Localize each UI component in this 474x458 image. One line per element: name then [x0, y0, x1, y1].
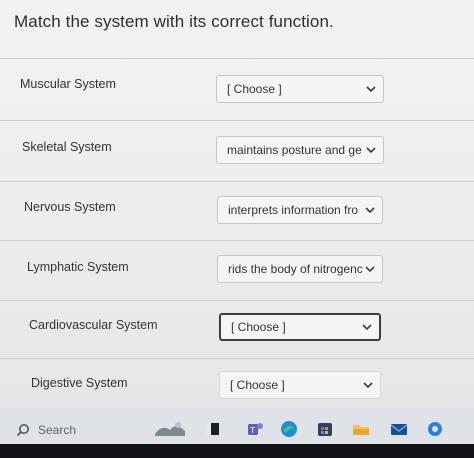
- taskbar: Search T: [0, 408, 474, 458]
- select-value: interprets information fro: [228, 203, 359, 217]
- chevron-down-icon: [365, 266, 375, 272]
- row-label-cardiovascular: Cardiovascular System: [29, 318, 158, 332]
- svg-text:T: T: [250, 426, 255, 435]
- function-select-nervous[interactable]: interprets information fro: [217, 196, 383, 224]
- row-label-skeletal: Skeletal System: [22, 140, 112, 154]
- question-title: Match the system with its correct functi…: [14, 12, 334, 31]
- taskbar-search[interactable]: Search: [8, 418, 146, 442]
- select-value: maintains posture and ge: [227, 143, 362, 157]
- row-label-nervous: Nervous System: [24, 200, 116, 214]
- store-icon[interactable]: [314, 418, 336, 440]
- file-explorer-icon[interactable]: [202, 418, 224, 440]
- select-value: rids the body of nitrogenc: [228, 262, 363, 276]
- divider: [0, 181, 474, 182]
- select-value: [ Choose ]: [230, 378, 285, 392]
- divider: [0, 240, 474, 241]
- folder-icon[interactable]: [350, 418, 372, 440]
- divider: [0, 58, 474, 59]
- weather-icon[interactable]: [152, 418, 188, 440]
- row-label-muscular: Muscular System: [20, 77, 116, 91]
- chevron-down-icon: [365, 207, 375, 213]
- search-placeholder: Search: [38, 423, 77, 437]
- function-select-skeletal[interactable]: maintains posture and ge: [216, 136, 384, 164]
- divider: [0, 120, 474, 121]
- select-value: [ Choose ]: [231, 320, 286, 334]
- quiz-page: Match the system with its correct functi…: [0, 0, 474, 408]
- function-select-lymphatic[interactable]: rids the body of nitrogenc: [217, 255, 383, 283]
- settings-icon[interactable]: [424, 418, 446, 440]
- chevron-down-icon: [366, 86, 376, 92]
- chevron-down-icon: [366, 147, 376, 153]
- function-select-digestive[interactable]: [ Choose ]: [219, 371, 381, 399]
- edge-browser-icon[interactable]: [278, 418, 300, 440]
- screen-bezel: [0, 444, 474, 458]
- search-icon: [16, 424, 29, 437]
- row-label-lymphatic: Lymphatic System: [27, 260, 129, 274]
- chevron-down-icon: [363, 382, 373, 388]
- function-select-muscular[interactable]: [ Choose ]: [216, 75, 384, 103]
- row-label-digestive: Digestive System: [31, 376, 128, 390]
- divider: [0, 300, 474, 301]
- select-value: [ Choose ]: [227, 82, 282, 96]
- function-select-cardiovascular[interactable]: [ Choose ]: [219, 313, 381, 341]
- mail-icon[interactable]: [388, 418, 410, 440]
- teams-icon[interactable]: T: [244, 418, 266, 440]
- chevron-down-icon: [362, 324, 372, 330]
- divider: [0, 358, 474, 359]
